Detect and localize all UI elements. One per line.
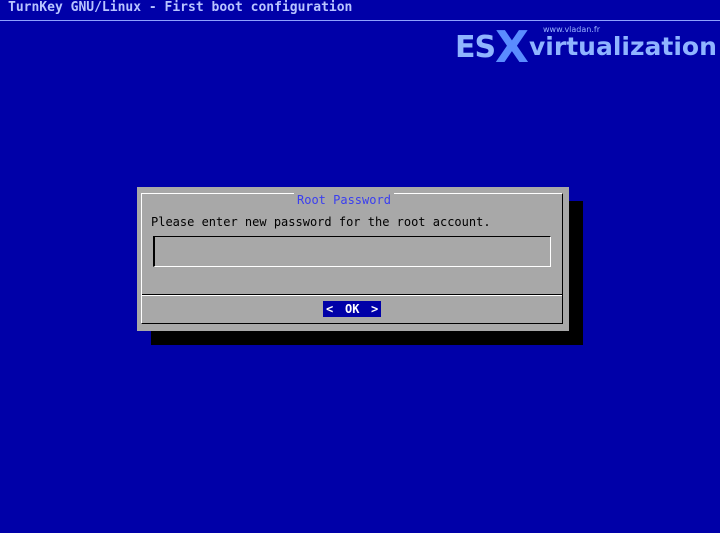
ok-button-label: OK	[345, 302, 360, 316]
backtitle-divider	[0, 20, 720, 21]
ok-left-bracket: <	[326, 302, 334, 316]
password-input[interactable]	[153, 236, 551, 267]
dialog-prompt: Please enter new password for the root a…	[151, 215, 491, 229]
logo-virtualization: virtualization	[529, 32, 717, 61]
esx-virtualization-logo: www.vladan.fr ES X virtualization	[455, 22, 717, 73]
ok-right-bracket: >	[371, 302, 379, 316]
logo-x: X	[495, 22, 529, 73]
root-password-dialog: Root Password Please enter new password …	[137, 187, 569, 331]
ok-button[interactable]: < OK >	[323, 301, 381, 317]
logo-es: ES	[455, 30, 496, 65]
button-separator	[142, 294, 562, 296]
dialog-title: Root Password	[294, 193, 394, 207]
backtitle: TurnKey GNU/Linux - First boot configura…	[8, 0, 353, 15]
